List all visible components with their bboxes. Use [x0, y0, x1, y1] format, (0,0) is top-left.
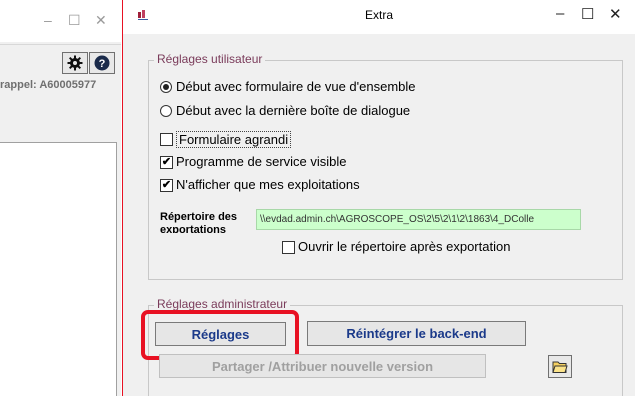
minimize-icon[interactable]: –: [556, 5, 564, 22]
close-icon[interactable]: ✕: [609, 5, 622, 23]
background-window: – ☐ ✕ ? rappel: A60005977: [0, 0, 121, 396]
gear-icon: [67, 55, 83, 71]
reintegrate-backend-button[interactable]: Réintégrer le back-end: [307, 321, 526, 346]
toolbar-divider: [0, 44, 121, 45]
help-button[interactable]: ?: [89, 52, 115, 74]
svg-text:?: ?: [99, 58, 106, 70]
checkbox-open-after-export-label: Ouvrir le répertoire après exportation: [298, 239, 511, 254]
open-folder-button[interactable]: [548, 355, 572, 378]
checkbox-open-after-export[interactable]: [282, 241, 295, 254]
checkbox-service-visible-label: Programme de service visible: [176, 154, 347, 169]
settings-button[interactable]: [62, 52, 88, 74]
checkbox-enlarged-form[interactable]: [160, 133, 173, 146]
checkbox-enlarged-form-label: Formulaire agrandi: [176, 131, 292, 148]
checkmark-icon: ✔: [161, 156, 172, 168]
background-titlebar: – ☐ ✕: [0, 0, 121, 42]
checkmark-icon: ✔: [161, 179, 172, 191]
share-new-version-button[interactable]: Partager /Attribuer nouvelle version: [159, 354, 486, 378]
radio-last-dialog[interactable]: [160, 105, 172, 117]
checkbox-my-farms-label: N'afficher que mes exploitations: [176, 177, 360, 192]
radio-overview-label: Début avec formulaire de vue d'ensemble: [176, 79, 416, 94]
settings-admin-button[interactable]: Réglages: [155, 322, 286, 346]
checkbox-service-visible[interactable]: ✔: [160, 156, 173, 169]
radio-overview[interactable]: [160, 81, 172, 93]
minimize-icon[interactable]: –: [44, 12, 52, 28]
export-dir-field[interactable]: \\evdad.admin.ch\AGROSCOPE_OS\2\5\2\1\2\…: [256, 209, 581, 230]
background-content-area: [0, 142, 117, 396]
maximize-icon[interactable]: ☐: [68, 12, 81, 29]
export-dir-label: Répertoire des exportations: [160, 211, 238, 233]
radio-last-dialog-label: Début avec la dernière boîte de dialogue: [176, 103, 411, 118]
user-settings-legend: Réglages utilisateur: [154, 52, 266, 66]
close-icon[interactable]: ✕: [95, 12, 107, 29]
reminder-text: rappel: A60005977: [0, 79, 97, 91]
extra-dialog: Extra – ☐ ✕ Réglages utilisateur Début a…: [122, 0, 635, 396]
maximize-icon[interactable]: ☐: [581, 5, 594, 23]
admin-settings-legend: Réglages administrateur: [154, 297, 291, 311]
dialog-titlebar: Extra – ☐ ✕: [123, 0, 635, 34]
open-folder-icon: [552, 361, 568, 373]
help-icon: ?: [94, 55, 110, 71]
checkbox-my-farms[interactable]: ✔: [160, 179, 173, 192]
